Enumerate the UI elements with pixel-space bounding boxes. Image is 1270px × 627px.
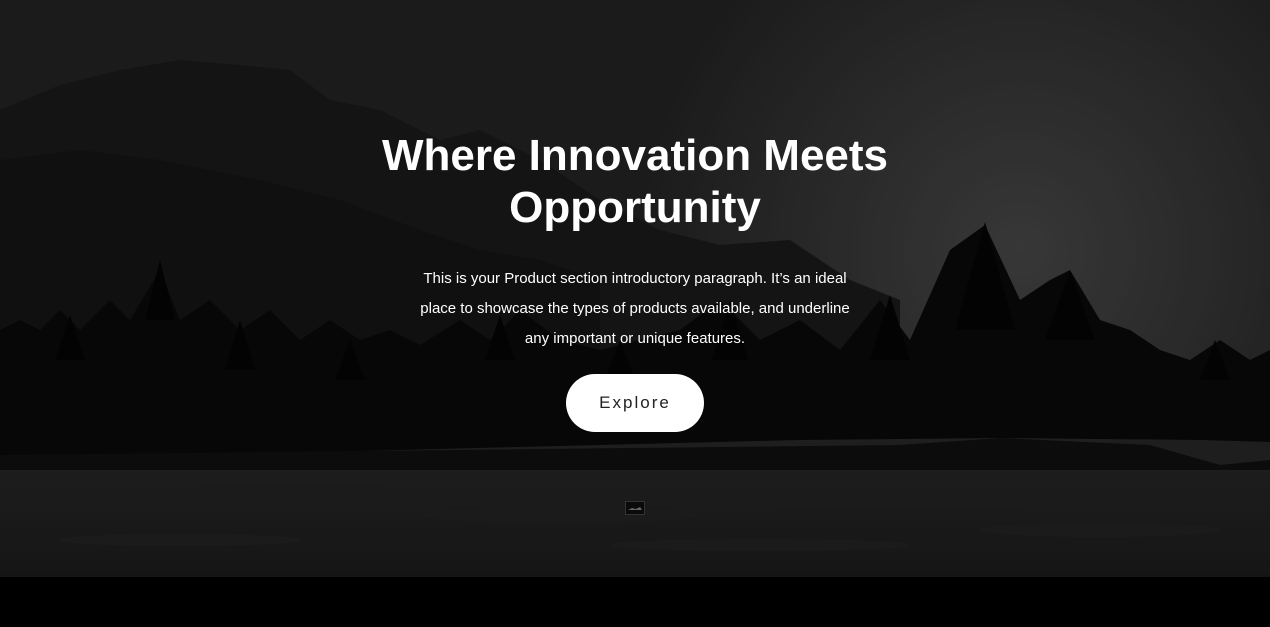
hero-section: Where Innovation Meets Opportunity This … bbox=[0, 0, 1270, 577]
footer-band bbox=[0, 577, 1270, 627]
hero-intro-paragraph: This is your Product section introductor… bbox=[420, 270, 850, 347]
hero-content: Where Innovation Meets Opportunity This … bbox=[0, 0, 1270, 577]
hero-headline: Where Innovation Meets Opportunity bbox=[381, 131, 889, 232]
explore-button[interactable]: Explore bbox=[566, 374, 704, 432]
image-thumbnail-icon bbox=[625, 501, 645, 515]
